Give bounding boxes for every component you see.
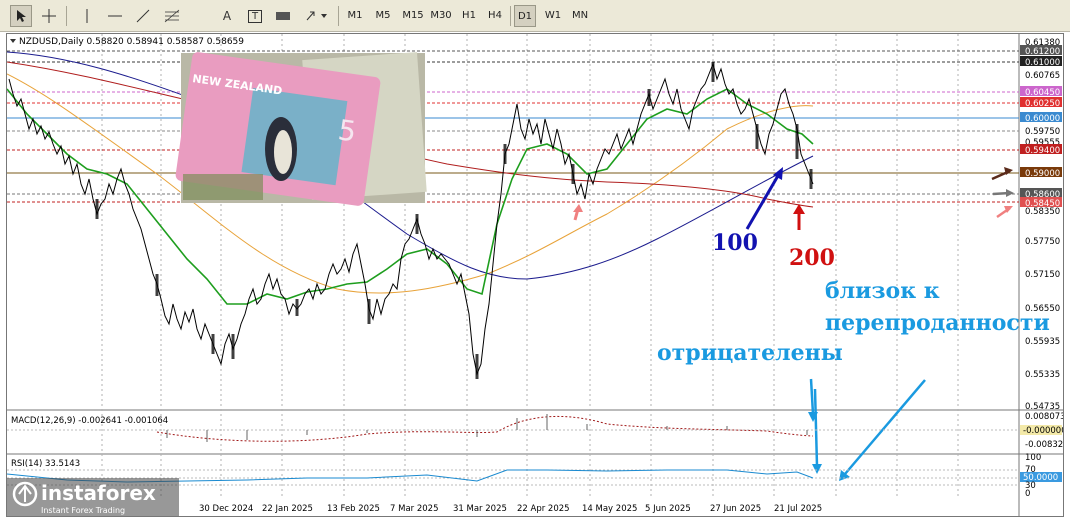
toolbar: A T M1 M5 M15 M30 H1 H4 D1 W1 MN <box>0 0 1070 32</box>
cursor-icon[interactable] <box>10 5 32 27</box>
timeframe-d1[interactable]: D1 <box>514 5 536 27</box>
svg-text:31 Mar 2025: 31 Mar 2025 <box>453 504 507 514</box>
rectangle-icon[interactable] <box>272 5 294 27</box>
svg-text:0.55935: 0.55935 <box>1025 337 1060 347</box>
svg-text:0.57750: 0.57750 <box>1025 237 1060 247</box>
svg-text:0.61200: 0.61200 <box>1025 47 1060 57</box>
svg-text:0.59750: 0.59750 <box>1025 127 1060 137</box>
symbol-quote: NZDUSD,Daily 0.58820 0.58941 0.58587 0.5… <box>19 37 244 47</box>
svg-text:0.60000: 0.60000 <box>1025 114 1060 124</box>
svg-text:7 Mar 2025: 7 Mar 2025 <box>390 504 438 514</box>
timeframe-m1[interactable]: M1 <box>344 5 366 27</box>
timeframe-h4[interactable]: H4 <box>484 5 506 27</box>
chart-window[interactable]: NEW ZEALAND 5 NZDUSD,Daily 0.58820 0.589… <box>6 33 1069 517</box>
svg-text:0.59400: 0.59400 <box>1025 146 1060 156</box>
negative-label: отрицателены <box>657 340 843 366</box>
svg-text:0.60765: 0.60765 <box>1025 71 1060 81</box>
svg-text:22 Jan 2025: 22 Jan 2025 <box>262 504 313 514</box>
text-tool-icon[interactable]: A <box>216 5 238 27</box>
oversold-label-line2: перепроданности <box>825 310 1050 336</box>
vertical-line-icon[interactable] <box>76 5 98 27</box>
svg-text:22 Apr 2025: 22 Apr 2025 <box>517 504 570 514</box>
chart-header: NZDUSD,Daily 0.58820 0.58941 0.58587 0.5… <box>10 37 244 47</box>
price-axis: 0.61380 0.61200 0.61000 0.60765 0.60450 … <box>1020 38 1062 412</box>
svg-text:0: 0 <box>1025 489 1030 499</box>
timeframe-m15[interactable]: M15 <box>400 5 426 27</box>
macd-pane: MACD(12,26,9) -0.002641 -0.001064 0.0080… <box>7 412 1069 450</box>
svg-text:0.54735: 0.54735 <box>1025 402 1060 412</box>
timeframe-mn[interactable]: MN <box>568 5 592 27</box>
svg-text:27 Jun 2025: 27 Jun 2025 <box>710 504 761 514</box>
svg-text:0.59000: 0.59000 <box>1025 169 1060 179</box>
rsi-label: RSI(14) 33.5143 <box>11 459 80 469</box>
chart-canvas[interactable]: NEW ZEALAND 5 NZDUSD,Daily 0.58820 0.589… <box>6 34 1069 516</box>
svg-text:0.61000: 0.61000 <box>1025 58 1060 68</box>
timeframe-w1[interactable]: W1 <box>542 5 564 27</box>
instaforex-logo: instaforex Instant Forex Trading <box>7 478 179 516</box>
macd-label: MACD(12,26,9) -0.002641 -0.001064 <box>11 416 168 426</box>
timeframe-h1[interactable]: H1 <box>458 5 480 27</box>
svg-text:0.58350: 0.58350 <box>1025 207 1060 217</box>
logo-text: instaforex <box>41 481 156 505</box>
svg-text:13 Feb 2025: 13 Feb 2025 <box>327 504 380 514</box>
banknote-photo: NEW ZEALAND 5 <box>175 52 427 206</box>
horizontal-line-icon[interactable] <box>104 5 126 27</box>
date-axis: 30 Dec 2024 22 Jan 2025 13 Feb 2025 7 Ma… <box>199 504 822 514</box>
svg-text:5 Jun 2025: 5 Jun 2025 <box>645 504 691 514</box>
svg-text:0.55335: 0.55335 <box>1025 370 1060 380</box>
fibonacci-icon[interactable] <box>160 5 184 27</box>
timeframe-m5[interactable]: M5 <box>372 5 394 27</box>
svg-text:100: 100 <box>1025 453 1041 463</box>
timeframe-m30[interactable]: M30 <box>428 5 454 27</box>
svg-text:-0.008321: -0.008321 <box>1025 440 1063 450</box>
ma100-label: 100 <box>712 230 758 256</box>
oversold-label-line1: близок к <box>825 278 940 304</box>
crosshair-icon[interactable] <box>38 5 60 27</box>
svg-text:0.60250: 0.60250 <box>1025 99 1060 109</box>
svg-text:0.60450: 0.60450 <box>1025 88 1060 98</box>
svg-text:14 May 2025: 14 May 2025 <box>582 504 637 514</box>
svg-text:21 Jul 2025: 21 Jul 2025 <box>774 504 822 514</box>
logo-tagline: Instant Forex Trading <box>41 506 125 515</box>
text-label-glyph: T <box>247 9 263 23</box>
svg-text:0.008073: 0.008073 <box>1025 412 1063 422</box>
arrows-icon[interactable] <box>302 5 330 27</box>
text-label-icon[interactable]: T <box>244 5 266 27</box>
trendline-icon[interactable] <box>132 5 154 27</box>
ma200-label: 200 <box>789 245 835 271</box>
ma-annotation-arrows <box>745 167 805 230</box>
svg-text:0.57150: 0.57150 <box>1025 270 1060 280</box>
svg-text:-0.000000: -0.000000 <box>1023 426 1063 436</box>
svg-text:30 Dec 2024: 30 Dec 2024 <box>199 504 253 514</box>
